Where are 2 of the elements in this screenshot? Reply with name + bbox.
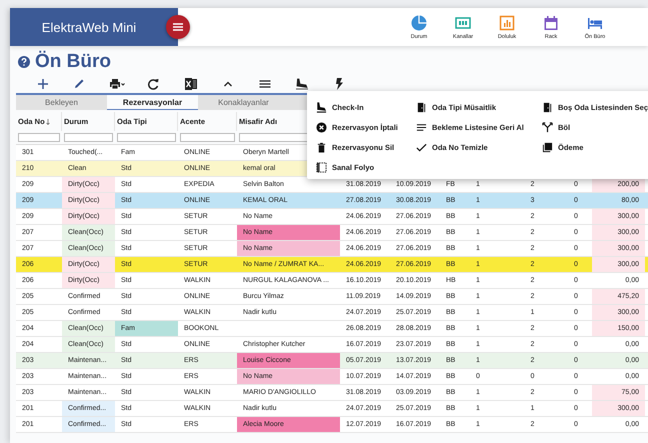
- app-title: ElektraWeb Mini: [42, 20, 136, 34]
- page-title: Ön Büro: [35, 51, 111, 73]
